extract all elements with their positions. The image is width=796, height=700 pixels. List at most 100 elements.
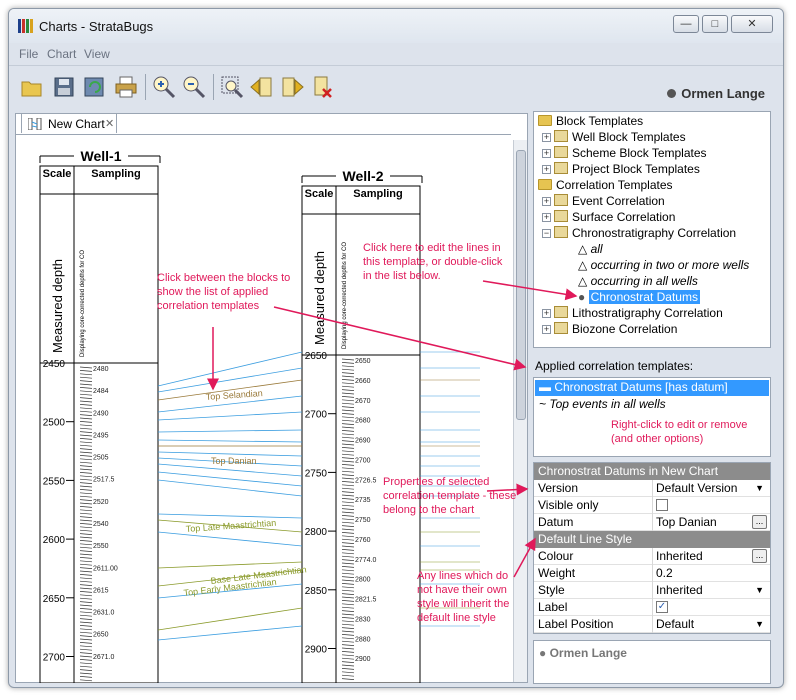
sample-depth-label: 2726.5 [355, 477, 377, 484]
prop-visible-only[interactable]: Visible only [534, 497, 770, 514]
scale-header: Scale [43, 168, 72, 180]
sample-depth-label: 2821.5 [355, 597, 377, 604]
label-checkbox[interactable]: ✓ [656, 601, 668, 613]
dropdown-arrow-icon[interactable]: ▼ [755, 619, 764, 629]
props-header: Chronostrat Datums in New Chart [534, 463, 770, 480]
app-window: Charts - StrataBugs — □ ✕ File Chart Vie… [8, 8, 784, 688]
correlation-icon [554, 194, 568, 206]
maximize-button[interactable]: □ [702, 15, 728, 33]
menu-chart[interactable]: Chart [47, 47, 76, 61]
sample-depth-label: 2611.00 [93, 565, 118, 572]
correlation-line [157, 367, 303, 393]
prop-weight[interactable]: Weight 0.2 [534, 565, 770, 582]
depth-tick-label: 2700 [305, 410, 328, 421]
sample-depth-label: 2490 [93, 410, 109, 417]
sample-depth-label: 2540 [93, 521, 109, 528]
tree-item-block-templates[interactable]: Block Templates [538, 114, 643, 130]
tree-item-correlation-templates[interactable]: Correlation Templates [538, 178, 673, 194]
move-right-icon[interactable] [279, 74, 305, 100]
tree-item-all-wells[interactable]: △ occurring in all wells [578, 274, 698, 290]
zoom-out-icon[interactable] [181, 74, 207, 100]
menu-file[interactable]: File [19, 47, 38, 61]
well-name: Well-2 [343, 168, 384, 184]
correlation-label: Top Danian [211, 456, 257, 466]
depth-tick-label: 2750 [305, 468, 328, 479]
tree-item-all[interactable]: △ all [578, 242, 603, 258]
prop-version[interactable]: Version Default Version ▼ [534, 480, 770, 497]
dropdown-arrow-icon[interactable]: ▼ [755, 483, 764, 493]
well-name: Well-1 [81, 148, 122, 164]
tab-label: New Chart [48, 117, 105, 131]
correlation-line [157, 531, 303, 547]
sample-depth-label: 2680 [355, 418, 371, 425]
remove-well-icon[interactable] [309, 74, 335, 100]
sample-depth-label: 2517.5 [93, 477, 115, 484]
note-click-between: Click between the blocks to show the lis… [157, 272, 291, 312]
scale-header: Scale [305, 188, 334, 200]
sample-depth-label: 2520 [93, 499, 109, 506]
project-status-icon [667, 89, 677, 98]
menu-view[interactable]: View [84, 47, 110, 61]
sample-depth-label: 2900 [355, 656, 371, 663]
measured-depth-label: Measured depth [50, 259, 65, 353]
depth-tick-label: 2600 [43, 535, 66, 546]
scrollbar-thumb[interactable] [516, 150, 526, 420]
open-folder-icon[interactable] [19, 74, 45, 100]
tree-item-chronostratigraphy-correlation[interactable]: − Chronostratigraphy Correlation [542, 226, 736, 242]
tree-item-event-correlation[interactable]: + Event Correlation [542, 194, 665, 210]
minimize-button[interactable]: — [673, 15, 699, 33]
app-icon [18, 19, 33, 33]
prop-label[interactable]: Label ✓ [534, 599, 770, 616]
sample-depth-label: 2670 [355, 398, 371, 405]
print-icon[interactable] [113, 74, 139, 100]
datum-browse-button[interactable]: ... [752, 515, 767, 529]
sample-depth-label: 2690 [355, 438, 371, 445]
tree-item-surface-correlation[interactable]: + Surface Correlation [542, 210, 675, 226]
prop-style[interactable]: Style Inherited ▼ [534, 582, 770, 599]
tree-item-scheme-block-templates[interactable]: + Scheme Block Templates [542, 146, 707, 162]
sample-depth-label: 2505 [93, 455, 109, 462]
tree-item-two-or-more[interactable]: △ occurring in two or more wells [578, 258, 749, 274]
tree-item-biozone[interactable]: + Biozone Correlation [542, 322, 677, 338]
move-left-icon[interactable] [249, 74, 275, 100]
applied-item-chronostrat[interactable]: ▬ Chronostrat Datums [has datum] [535, 380, 769, 396]
depth-tick-label: 2700 [43, 653, 66, 664]
tree-item-project-block-templates[interactable]: + Project Block Templates [542, 162, 700, 178]
prop-label-position[interactable]: Label Position Default ▼ [534, 616, 770, 633]
close-button[interactable]: ✕ [731, 15, 773, 33]
sampling-header: Sampling [353, 188, 403, 200]
sample-depth-label: 2550 [93, 543, 109, 550]
correlation-label: Top Late Maastrichtian [185, 518, 276, 534]
note-properties: Properties of selected correlation templ… [383, 476, 517, 516]
tab-new-chart[interactable]: New Chart ✕ [21, 113, 117, 133]
applied-item-top-events[interactable]: ~ Top events in all wells [539, 397, 666, 413]
dropdown-arrow-icon[interactable]: ▼ [755, 585, 764, 595]
colour-browse-button[interactable]: ... [752, 549, 767, 563]
applied-heading: Applied correlation templates: [535, 359, 694, 373]
triangle-icon: △ [578, 258, 591, 272]
sample-depth-label: 2830 [355, 616, 371, 623]
tree-item-chronostrat-datums[interactable]: ● Chronostrat Datums [578, 290, 700, 306]
tree-item-well-block-templates[interactable]: + Well Block Templates [542, 130, 686, 146]
line-icon: ▬ [539, 380, 555, 394]
correlation-icon [554, 306, 568, 318]
zoom-in-icon[interactable] [151, 74, 177, 100]
correlation-label: Top Selandian [205, 388, 263, 402]
save-icon[interactable] [51, 74, 77, 100]
save-as-icon[interactable] [81, 74, 107, 100]
depth-tick-label: 2850 [305, 586, 328, 597]
tree-item-lithostratigraphy[interactable]: + Lithostratigraphy Correlation [542, 306, 723, 322]
prop-datum[interactable]: Datum Top Danian... [534, 514, 770, 531]
window-title: Charts - StrataBugs [39, 19, 154, 34]
correlation-line [157, 411, 303, 421]
zoom-fit-icon[interactable] [219, 74, 245, 100]
template-tree: Block Templates + Well Block Templates + S… [533, 111, 771, 348]
correlation-line [157, 607, 303, 631]
sample-depth-label: 2880 [355, 636, 371, 643]
close-tab-icon[interactable]: ✕ [105, 117, 114, 130]
visible-only-checkbox[interactable] [656, 499, 668, 511]
project-name: Ormen Lange [681, 86, 765, 101]
project-indicator: Ormen Lange [667, 86, 765, 101]
prop-colour[interactable]: Colour Inherited... [534, 548, 770, 565]
correlation-line [157, 351, 303, 387]
